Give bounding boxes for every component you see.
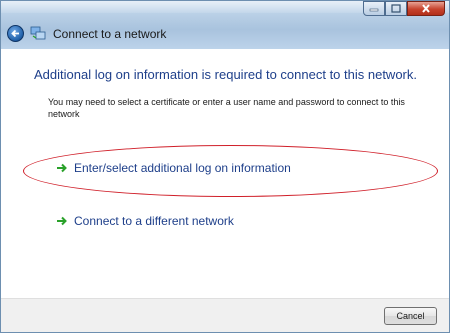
green-arrow-icon [57, 163, 67, 173]
minimize-icon [369, 8, 379, 11]
content-area: Additional log on information is require… [1, 49, 449, 298]
maximize-icon [391, 4, 401, 13]
back-button[interactable] [7, 25, 24, 42]
connect-different-network-link[interactable]: Connect to a different network [56, 214, 234, 228]
cancel-button[interactable]: Cancel [384, 307, 437, 325]
connect-different-network-label: Connect to a different network [74, 214, 234, 228]
green-arrow-icon [57, 216, 67, 226]
main-heading: Additional log on information is require… [34, 67, 417, 82]
close-button[interactable] [407, 1, 445, 16]
window-title: Connect to a network [53, 27, 167, 41]
enter-logon-info-link[interactable]: Enter/select additional log on informati… [56, 161, 291, 175]
back-arrow-icon [11, 29, 19, 38]
description-text: You may need to select a certificate or … [48, 97, 405, 119]
close-icon [422, 4, 430, 13]
title-bar: Connect to a network [1, 1, 449, 49]
window-controls [363, 1, 445, 17]
maximize-button[interactable] [385, 1, 407, 16]
minimize-button[interactable] [363, 1, 385, 16]
connect-network-window: Connect to a network Additional log on i… [0, 0, 450, 333]
footer-bar: Cancel [1, 298, 449, 332]
enter-logon-info-label: Enter/select additional log on informati… [74, 161, 291, 175]
network-icon [30, 26, 46, 40]
